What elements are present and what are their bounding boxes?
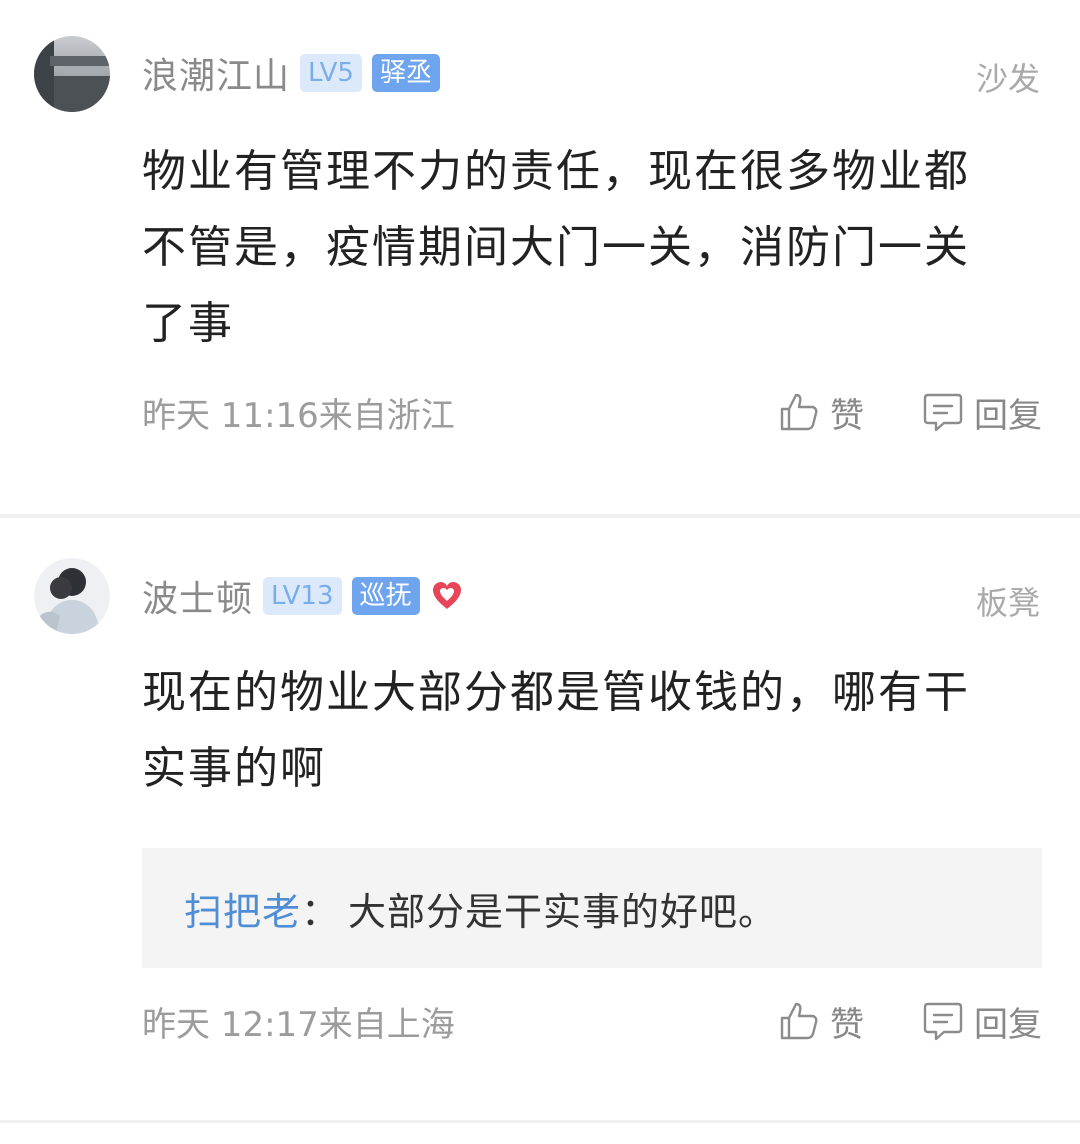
floor-label: 板凳 (975, 584, 1040, 622)
comment-bubble-icon (922, 1000, 964, 1042)
reply-button[interactable]: 回复 (922, 997, 1042, 1046)
title-badge: 驿丞 (371, 54, 440, 92)
comment-text: 物业有管理不力的责任，现在很多物业都不管是，疫情期间大门一关，消防门一关了事 (142, 146, 970, 349)
title-badge: 巡抚 (351, 577, 420, 615)
user-meta: 波士顿 LV13 巡抚 (142, 574, 464, 620)
like-label: 赞 (830, 395, 864, 436)
username[interactable]: 浪潮江山 (142, 47, 290, 99)
reply-label: 回复 (974, 1004, 1042, 1045)
quoted-reply[interactable]: 扫把老 ： 大部分是干实事的好吧。 (142, 848, 1042, 968)
level-badge: LV13 (263, 577, 342, 615)
comment-actions: 赞 回复 (778, 388, 1042, 437)
thumbs-up-icon (778, 1000, 820, 1042)
timestamp: 昨天 11:16来自浙江 (142, 395, 455, 436)
comment-bubble-icon (922, 391, 964, 433)
reply-author[interactable]: 扫把老 (184, 881, 301, 936)
like-button[interactable]: 赞 (778, 388, 864, 437)
avatar[interactable] (34, 558, 110, 634)
username[interactable]: 波士顿 (142, 570, 253, 622)
comment-actions: 赞 回复 (778, 997, 1042, 1046)
reply-label: 回复 (974, 395, 1042, 436)
thumbs-up-icon (778, 391, 820, 433)
comment-1: 浪潮江山 LV5 驿丞 沙发 物业有管理不力的责任，现在很多物业都不管是，疫情期… (0, 0, 1080, 514)
comment-text: 现在的物业大部分都是管收钱的，哪有干实事的啊 (142, 667, 970, 794)
reply-separator: ： (301, 889, 341, 934)
like-label: 赞 (830, 1004, 864, 1045)
reply-text: 大部分是干实事的好吧。 (348, 889, 778, 934)
avatar[interactable] (34, 36, 110, 112)
comment-footer: 昨天 11:16来自浙江 赞 回复 (142, 387, 1042, 437)
divider (0, 1120, 1080, 1123)
comment-2: 波士顿 LV13 巡抚 板凳 现在的物业大部分都是管收钱的，哪有干实事的啊 扫把… (0, 518, 1080, 1124)
level-badge: LV5 (300, 54, 362, 92)
user-meta: 浪潮江山 LV5 驿丞 (142, 51, 440, 97)
reply-button[interactable]: 回复 (922, 388, 1042, 437)
floor-label: 沙发 (975, 60, 1040, 98)
comment-footer: 昨天 12:17来自上海 赞 回复 (142, 996, 1042, 1046)
heart-icon (430, 579, 464, 613)
timestamp: 昨天 12:17来自上海 (142, 1004, 455, 1045)
like-button[interactable]: 赞 (778, 997, 864, 1046)
